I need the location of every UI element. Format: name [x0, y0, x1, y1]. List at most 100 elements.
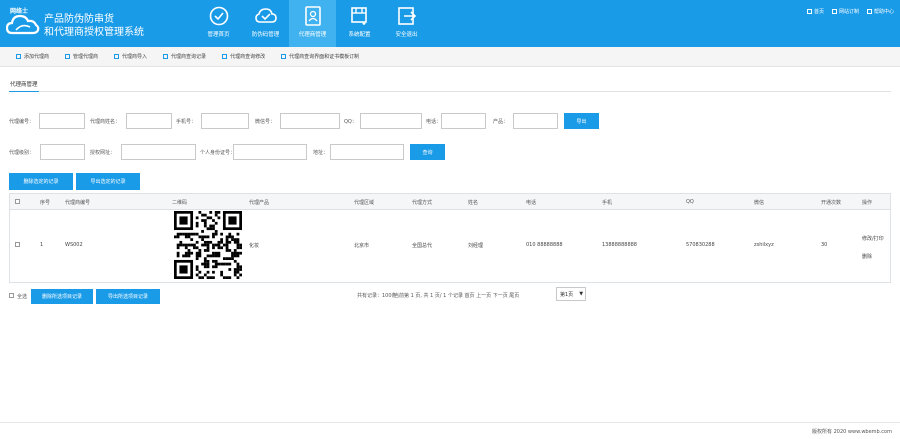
- chevron-down-icon: ▼: [579, 291, 584, 297]
- nav-label-agents: 代理商管理: [298, 32, 327, 38]
- subnav-template-custom[interactable]: 代理商查询界面和证书模板订制: [281, 53, 359, 60]
- agent-id-input[interactable]: [39, 113, 85, 129]
- wechat-input[interactable]: [280, 113, 340, 129]
- top-links: 首页 网站订制 帮助中心: [806, 8, 894, 15]
- cell-count: 30: [821, 242, 828, 248]
- id-card-input[interactable]: [233, 144, 307, 160]
- subnav-import-agent[interactable]: 代理商导入: [114, 53, 147, 60]
- agent-table: 序号 代理商编号 二维码 代理产品 代理区域 代理方式 姓名 电话 手机 QQ …: [9, 193, 891, 283]
- brand-line-1: 产品防伪防串货: [44, 14, 114, 25]
- th-index: 序号: [40, 200, 51, 206]
- brand-title: 产品防伪防串货 和代理商授权管理系统: [44, 13, 144, 39]
- tab-agent-management[interactable]: 代理商管理: [9, 80, 39, 92]
- th-wechat: 微信: [754, 200, 765, 206]
- search-button[interactable]: 查询: [410, 144, 445, 160]
- label-agent-name: 代理商姓名：: [90, 119, 121, 125]
- export-selected-button[interactable]: 导出选定的记录: [76, 173, 140, 190]
- toplink-help[interactable]: 帮助中心: [866, 8, 894, 15]
- document-user-icon: [304, 6, 321, 26]
- label-wechat: 微信号：: [255, 119, 276, 125]
- subnav-manage-agent[interactable]: 管理代理商: [65, 53, 98, 60]
- agent-name-input[interactable]: [126, 113, 172, 129]
- help-icon: [866, 9, 872, 14]
- cloud-check-icon: [254, 8, 277, 23]
- export-button[interactable]: 导出: [564, 113, 599, 129]
- table-row: 1 WS002 化妆 北京市 全国总代 刘经理 010 88888888 138…: [10, 210, 890, 282]
- cell-phone: 010 88888888: [526, 242, 563, 248]
- nav-item-logout[interactable]: 安全退出: [383, 0, 430, 47]
- subnav-query-modify[interactable]: 代理商查询修改: [222, 53, 265, 60]
- cell-edit-link[interactable]: 修改/打印: [862, 235, 884, 242]
- cloud-logo: 网络士: [5, 3, 40, 43]
- agent-level-input[interactable]: [40, 144, 85, 160]
- select-all-checkbox[interactable]: [9, 293, 14, 298]
- cell-agent-id: WS002: [65, 242, 83, 248]
- cell-delete-link[interactable]: 删除: [862, 253, 872, 260]
- delete-items-button[interactable]: 删除所选项目记录: [31, 289, 93, 304]
- th-agent-id: 代理商编号: [65, 200, 91, 206]
- records-icon: [163, 54, 169, 59]
- list-icon: [65, 54, 71, 59]
- auth-url-input[interactable]: [121, 144, 196, 160]
- nav-item-anticounterfeit[interactable]: 防伪码管理: [242, 0, 289, 47]
- th-product: 代理产品: [249, 200, 270, 206]
- nav-item-settings[interactable]: 系统配置: [336, 0, 383, 47]
- import-icon: [114, 54, 120, 59]
- total-records: 共有记录：100条: [357, 293, 397, 299]
- nav-item-agents[interactable]: 代理商管理: [289, 0, 336, 47]
- cell-qq: 570830288: [686, 242, 715, 248]
- label-phone: 电话：: [426, 119, 442, 125]
- web-icon: [831, 9, 837, 14]
- logout-icon: [397, 7, 416, 25]
- row-checkbox[interactable]: [15, 242, 20, 247]
- shirt-icon: [281, 54, 287, 59]
- copyright: 版权所有 2020 www.wbemb.com: [812, 429, 892, 435]
- main-nav: 管理首页 防伪码管理 代理商管理 系统配置 安全退出: [195, 0, 430, 47]
- th-count: 开通次数: [821, 200, 842, 206]
- logo-text: 网络士: [10, 8, 29, 15]
- header-checkbox[interactable]: [15, 199, 20, 204]
- select-all-label: 全选: [17, 294, 28, 300]
- modify-icon: [222, 54, 228, 59]
- th-method: 代理方式: [412, 200, 433, 206]
- subnav-add-agent[interactable]: 添加代理商: [16, 53, 49, 60]
- th-phone: 电话: [526, 200, 537, 206]
- footer-divider: [0, 422, 900, 423]
- mobile-input[interactable]: [201, 113, 249, 129]
- nav-item-home[interactable]: 管理首页: [195, 0, 242, 47]
- address-input[interactable]: [330, 144, 404, 160]
- brand-line-2: 和代理商授权管理系统: [44, 27, 144, 38]
- cell-region: 北京市: [354, 243, 370, 249]
- cell-name: 刘经理: [468, 243, 484, 249]
- cell-wechat: zshilxyz: [754, 242, 774, 248]
- sub-nav: 添加代理商 管理代理商 代理商导入 代理商查询记录 代理商查询修改 代理商查询界…: [0, 47, 900, 67]
- toplink-customize[interactable]: 网站订制: [831, 8, 859, 15]
- delete-selected-button[interactable]: 删除选定的记录: [9, 173, 73, 190]
- product-input[interactable]: [513, 113, 558, 129]
- page-select[interactable]: 第1页 ▼: [556, 287, 586, 301]
- nav-label-anticounterfeit: 防伪码管理: [251, 32, 280, 38]
- home-icon: [806, 9, 812, 14]
- settings-window-icon: [350, 7, 367, 25]
- toplink-home[interactable]: 首页: [806, 8, 824, 15]
- qq-input[interactable]: [360, 113, 422, 129]
- label-qq: QQ：: [344, 119, 357, 125]
- label-id-card: 个人身份证号：: [200, 150, 236, 156]
- nav-label-settings: 系统配置: [348, 32, 371, 38]
- th-qrcode: 二维码: [172, 200, 188, 206]
- export-items-button[interactable]: 导出所选项目记录: [96, 289, 160, 304]
- nav-label-logout: 安全退出: [395, 32, 418, 38]
- check-circle-icon: [209, 6, 228, 26]
- subnav-query-records[interactable]: 代理商查询记录: [163, 53, 206, 60]
- th-name: 姓名: [468, 200, 479, 206]
- phone-input[interactable]: [441, 113, 486, 129]
- edit-icon: [16, 54, 21, 59]
- cell-mobile: 13888888888: [602, 242, 637, 248]
- th-actions: 操作: [862, 200, 873, 206]
- cell-index: 1: [40, 242, 44, 248]
- label-mobile: 手机号：: [176, 119, 197, 125]
- nav-label-home: 管理首页: [207, 32, 230, 38]
- label-agent-level: 代理级别：: [9, 150, 35, 156]
- cell-product: 化妆: [249, 243, 260, 249]
- pager-text[interactable]: 当前第 1 页, 共 1 页/ 1 个记录 首页 上一页 下一页 尾页: [394, 292, 519, 299]
